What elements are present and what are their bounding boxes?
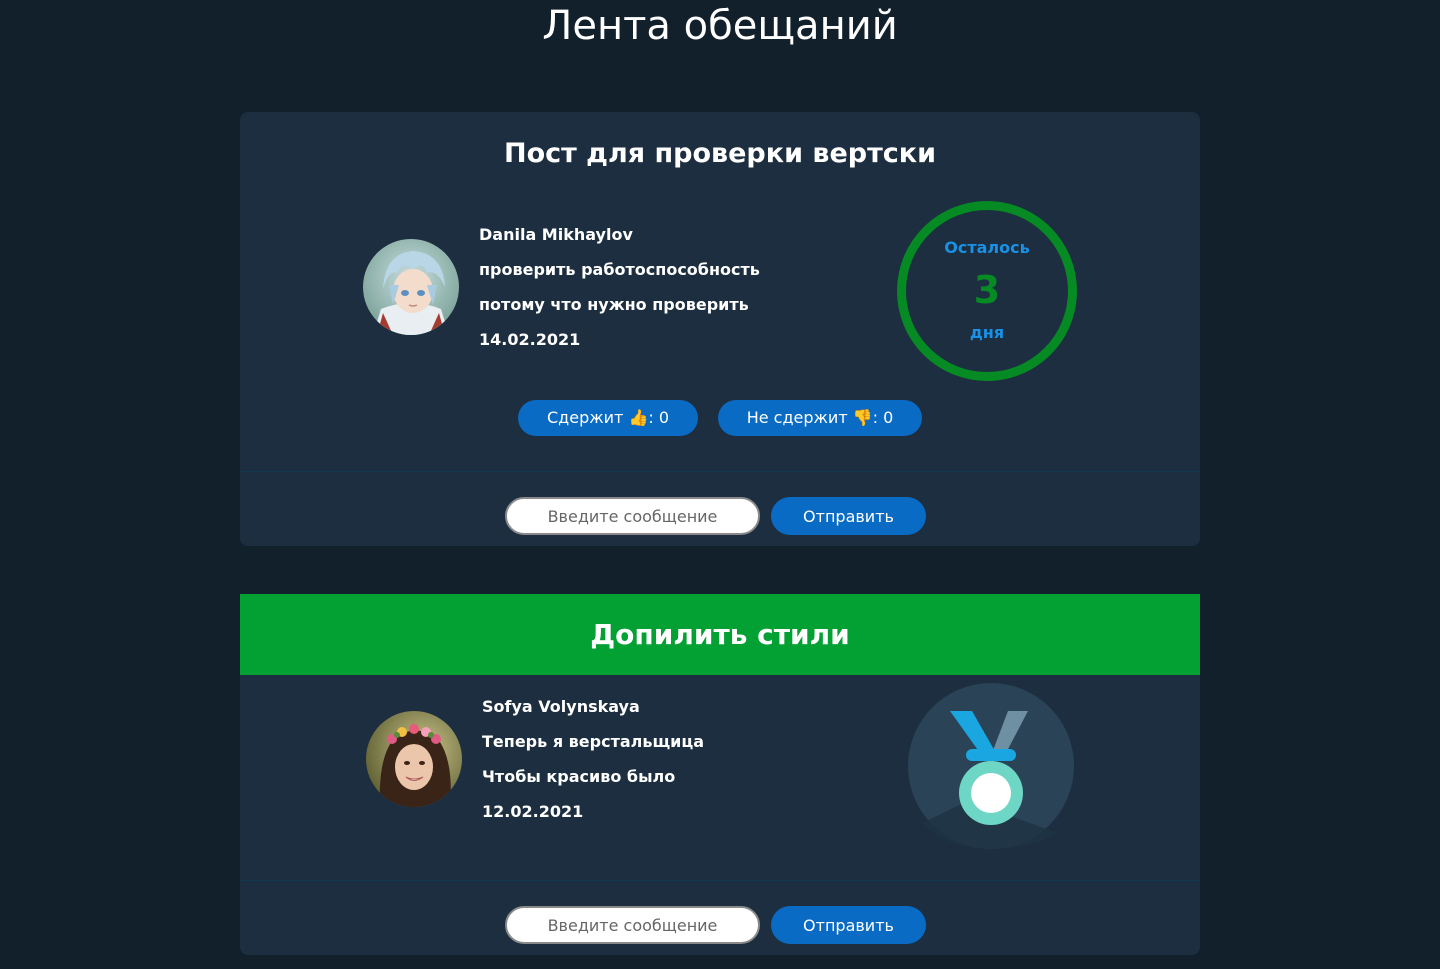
avatar-image-icon [366, 711, 462, 807]
author-block: Sofya Volynskaya Теперь я верстальщица Ч… [366, 689, 704, 829]
author-name[interactable]: Danila Mikhaylov [479, 217, 760, 252]
post-info: Sofya Volynskaya Теперь я верстальщица Ч… [482, 689, 704, 829]
reason-text: потому что нужно проверить [479, 295, 749, 314]
send-button[interactable]: Отправить [771, 497, 926, 535]
post-date: 12.02.2021 [482, 802, 584, 821]
medal-icon [908, 683, 1074, 849]
promise-text: проверить работоспособность [479, 260, 760, 279]
comment-input[interactable] [505, 497, 760, 535]
avatar[interactable] [363, 239, 459, 335]
author-block: Danila Mikhaylov проверить работоспособн… [363, 217, 760, 357]
post-card: Пост для проверки вертски Danila Mikhayl… [240, 112, 1200, 546]
avatar[interactable] [366, 711, 462, 807]
countdown-timer: Осталось 3 дня [897, 201, 1077, 381]
reason-text: Чтобы красиво было [482, 767, 676, 786]
timer-label: Осталось [944, 238, 1030, 257]
post-date: 14.02.2021 [479, 330, 581, 349]
send-button[interactable]: Отправить [771, 906, 926, 944]
divider [240, 471, 1200, 472]
page-title: Лента обещаний [542, 3, 898, 49]
divider [240, 880, 1200, 881]
author-name[interactable]: Sofya Volynskaya [482, 689, 704, 724]
timer-value: 3 [973, 268, 1001, 312]
post-title: Пост для проверки вертски [503, 138, 937, 169]
timer-unit: дня [969, 323, 1005, 342]
promise-text: Теперь я верстальщица [482, 732, 705, 751]
comment-input[interactable] [505, 906, 760, 944]
vote-keep-button[interactable]: Сдержит 👍: 0 [518, 400, 698, 436]
post-info: Danila Mikhaylov проверить работоспособн… [479, 217, 760, 357]
vote-break-button[interactable]: Не сдержит 👎: 0 [718, 400, 922, 436]
avatar-image-icon [363, 239, 459, 335]
post-title: Допилить стили [240, 594, 1200, 675]
post-card: Допилить стили Sofya Volynskaya Теперь я… [240, 594, 1200, 955]
